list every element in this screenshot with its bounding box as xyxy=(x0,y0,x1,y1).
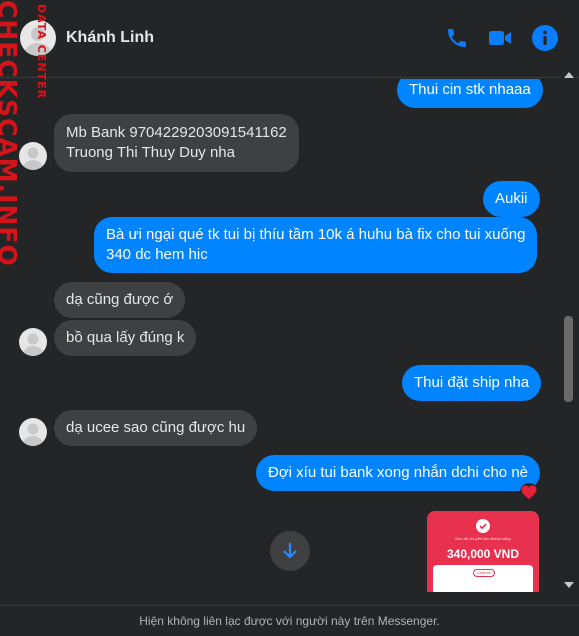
message-text: Thui cin stk nhaaa xyxy=(409,81,531,98)
watermark-subtext: DATA CENTER xyxy=(35,4,48,100)
incoming-message[interactable]: dạ ucee sao cũng được hu xyxy=(54,410,258,446)
footer-notice-text: Hiện không liên lạc được với người này t… xyxy=(139,614,440,628)
footer-notice: Hiện không liên lạc được với người này t… xyxy=(0,605,579,636)
outgoing-message[interactable]: Thui cin stk nhaaa xyxy=(397,79,543,108)
contact-name[interactable]: Khánh Linh xyxy=(66,29,154,47)
phone-icon[interactable] xyxy=(444,25,470,51)
check-icon xyxy=(476,519,490,533)
avatar[interactable] xyxy=(19,328,47,356)
incoming-message[interactable]: bồ qua lấy đúng k xyxy=(54,320,197,356)
arrow-down-icon xyxy=(283,542,297,559)
scrollbar[interactable] xyxy=(561,68,576,592)
incoming-message[interactable]: Mb Bank 9704229203091541162 Truong Thi T… xyxy=(54,114,299,172)
share-button: Chia sẻ xyxy=(473,569,495,577)
watermark-logo: CHECKSCAM.INFO xyxy=(0,0,28,267)
outgoing-message[interactable]: Aukii xyxy=(483,181,540,217)
transfer-amount: 340,000 VND xyxy=(446,547,520,561)
message-text: dạ cũng được ớ xyxy=(66,291,174,308)
scrollbar-thumb[interactable] xyxy=(564,316,573,402)
transfer-card: Chia sẻ xyxy=(433,565,533,592)
outgoing-message[interactable]: Thui đặt ship nha xyxy=(402,365,542,401)
heart-reaction-icon[interactable] xyxy=(520,483,538,501)
message-text: bồ qua lấy đúng k xyxy=(66,329,185,346)
message-text: Đợi xíu tui bank xong nhắn dchi cho nè xyxy=(268,464,529,481)
chat-header: Khánh Linh xyxy=(0,0,579,78)
scroll-up-arrow-icon[interactable] xyxy=(564,72,574,78)
incoming-message[interactable]: dạ cũng được ớ xyxy=(54,282,186,318)
info-icon[interactable] xyxy=(531,24,559,52)
message-text-line: Mb Bank 9704229203091541162 xyxy=(66,124,287,141)
transfer-screenshot-image[interactable]: Bạn đã chuyển tiền thành công 340,000 VN… xyxy=(427,511,539,592)
avatar[interactable] xyxy=(19,418,47,446)
outgoing-message[interactable]: Đợi xíu tui bank xong nhắn dchi cho nè xyxy=(256,455,541,491)
outgoing-message[interactable]: Bà ưi ngại qué tk tui bị thíu tầm 10k á … xyxy=(94,217,538,273)
scroll-to-bottom-button[interactable] xyxy=(270,531,310,571)
message-text: dạ ucee sao cũng được hu xyxy=(66,419,246,436)
chat-window: Khánh Linh Thui cin stk nhaaa Mb Bank 97… xyxy=(0,0,579,636)
message-text: Aukii xyxy=(495,190,528,207)
transfer-status-text: Bạn đã chuyển tiền thành công xyxy=(455,536,511,541)
message-text-line: Truong Thi Thuy Duy nha xyxy=(66,144,235,161)
video-camera-icon[interactable] xyxy=(487,25,513,51)
scroll-down-arrow-icon[interactable] xyxy=(564,582,574,588)
watermark-sub: DATA CENTER xyxy=(35,0,50,99)
message-text-line: 340 dc hem hic xyxy=(106,246,208,263)
message-text: Thui đặt ship nha xyxy=(414,374,530,391)
message-text-line: Bà ưi ngại qué tk tui bị thíu tầm 10k á … xyxy=(106,226,526,243)
watermark-text: CHECKSCAM.INFO xyxy=(0,0,22,267)
message-list[interactable]: Thui cin stk nhaaa Mb Bank 9704229203091… xyxy=(0,79,560,592)
